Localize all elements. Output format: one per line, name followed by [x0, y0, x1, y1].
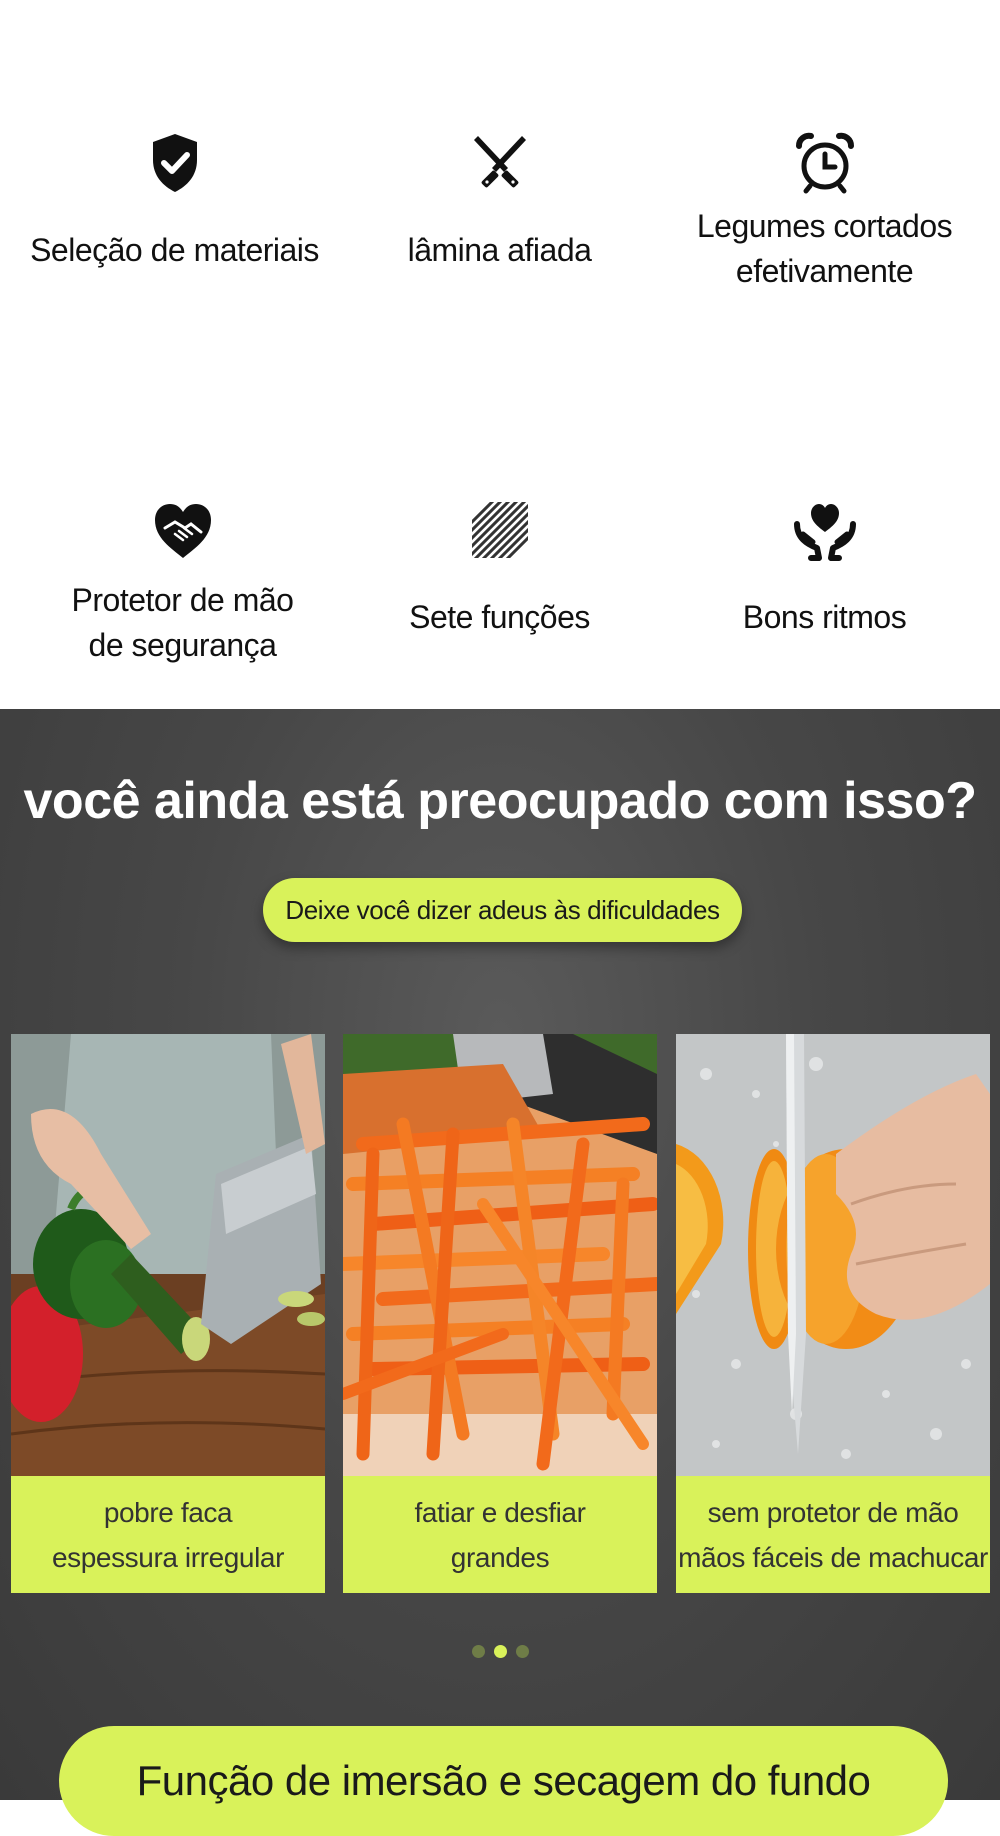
feature-selecao-de-materiais: Seleção de materiais — [8, 130, 341, 273]
caption-line-2: espessura irregular — [51, 1541, 285, 1573]
feature-label: Seleção de materiais — [30, 232, 319, 268]
feature-lamina-afiada: lâmina afiada — [333, 130, 666, 273]
problem-caption: fatiar e desfiar grandes — [343, 1476, 657, 1593]
alarm-clock-icon — [795, 132, 854, 194]
feature-sete-funcoes: Sete funções — [333, 498, 666, 640]
section-headline: você ainda está preocupado com isso? — [23, 772, 977, 830]
problem-card-1[interactable]: pobre faca espessura irregular — [11, 1034, 325, 1593]
hands-heart-icon — [793, 504, 856, 561]
features-section: Seleção de materiais lâmina afiada Legum… — [0, 0, 1000, 709]
feature-label-line-1: Legumes cortados — [696, 208, 953, 244]
feature-bons-ritmos: Bons ritmos — [658, 498, 991, 640]
caption-line-1: sem protetor de mão — [707, 1496, 959, 1528]
goodbye-difficulties-pill: Deixe você dizer adeus às dificuldades — [263, 878, 742, 942]
caption-line-1: pobre faca — [103, 1496, 233, 1528]
feature-label-line-2: de segurança — [88, 627, 277, 663]
shield-check-icon — [152, 134, 197, 192]
feature-legumes-cortados: Legumes cortados efetivamente — [658, 130, 991, 294]
cleaver-cutting-cucumber-photo — [11, 1034, 325, 1476]
caption-line-2: grandes — [450, 1541, 550, 1573]
carousel-dot-1[interactable] — [471, 1645, 485, 1658]
carousel-dot-2[interactable] — [493, 1645, 507, 1658]
function-heading-pill: Função de imersão e secagem do fundo — [59, 1726, 948, 1836]
striped-square-icon — [471, 502, 528, 558]
problem-card-3[interactable]: sem protetor de mão mãos fáceis de machu… — [676, 1034, 990, 1593]
feature-label-line-1: Protetor de mão — [71, 582, 294, 618]
knife-slicing-orange-photo — [676, 1034, 990, 1476]
problem-caption: sem protetor de mão mãos fáceis de machu… — [676, 1476, 990, 1593]
problem-card-2[interactable]: fatiar e desfiar grandes — [343, 1034, 657, 1593]
caption-line-2: mãos fáceis de machucar — [678, 1541, 988, 1573]
crossed-knives-icon — [473, 136, 526, 188]
carousel-indicator — [0, 1645, 1000, 1658]
feature-label-line-2: efetivamente — [735, 253, 914, 289]
shredded-carrots-photo — [343, 1034, 657, 1476]
feature-protetor-de-mao: Protetor de mão de segurança — [16, 498, 349, 668]
worries-section: você ainda está preocupado com isso? Dei… — [0, 709, 1000, 1836]
feature-label: Bons ritmos — [742, 599, 907, 635]
handshake-heart-icon — [154, 504, 211, 558]
feature-label: lâmina afiada — [407, 232, 592, 268]
problem-caption: pobre faca espessura irregular — [11, 1476, 325, 1593]
feature-label: Sete funções — [409, 599, 590, 635]
carousel-dot-3[interactable] — [515, 1645, 529, 1658]
caption-line-1: fatiar e desfiar — [414, 1496, 586, 1528]
